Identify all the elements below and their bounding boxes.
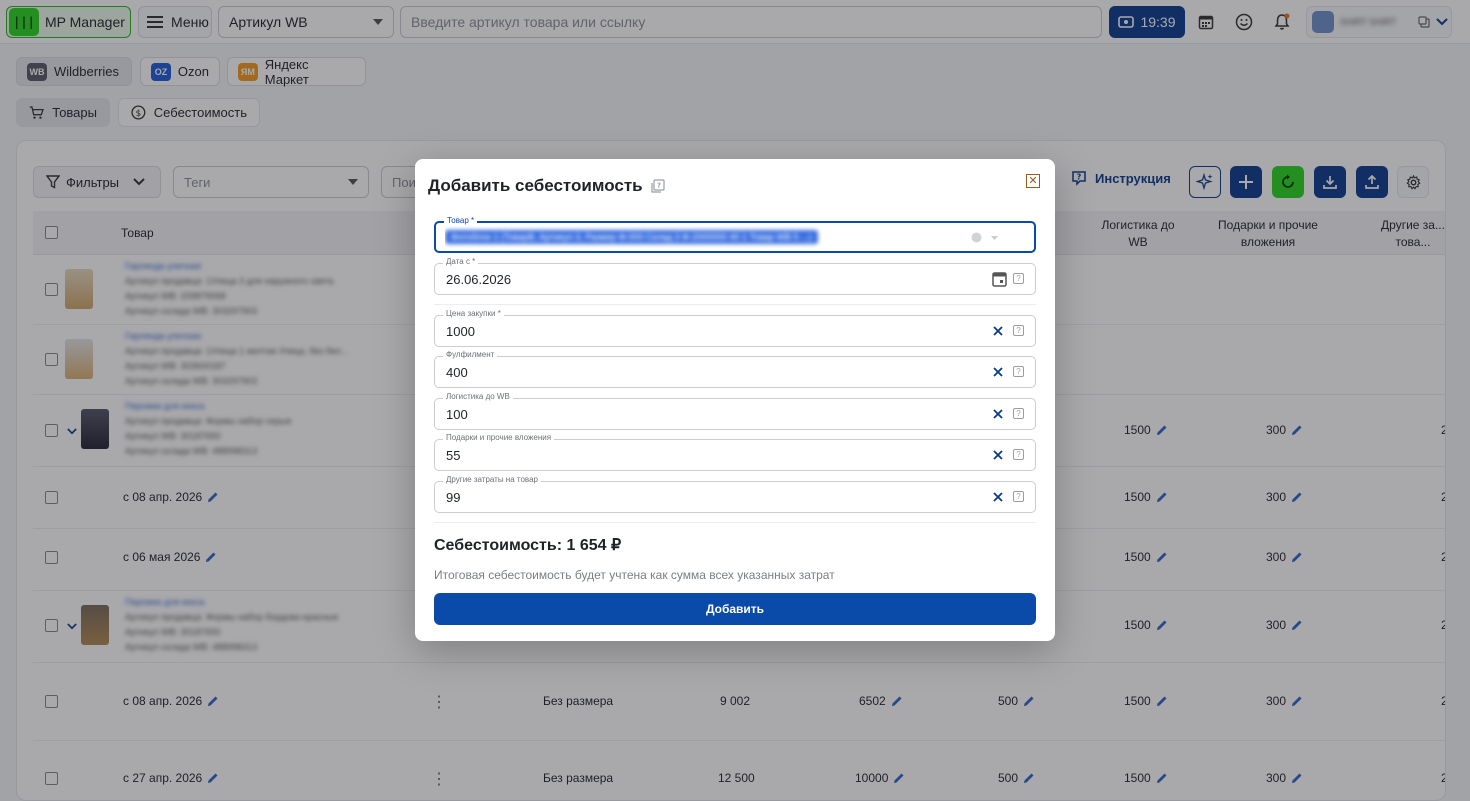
svg-text:?: ? (657, 182, 661, 190)
help-icon[interactable]: ? (1013, 273, 1024, 284)
purchase-price-field[interactable]: Цена закупки * 1000 ? (434, 309, 1036, 347)
other-costs-field[interactable]: Другие затраты на товар 99 ? (434, 475, 1036, 513)
help-icon[interactable]: ? (1013, 366, 1024, 377)
product-chip[interactable]: Фотоблок 1 (ТоварВ, Артикул 3, Размер Ф-… (445, 230, 818, 244)
gifts-field[interactable]: Подарки и прочие вложения 55 ? (434, 433, 1036, 471)
modal-title: Добавить себестоимость ? (428, 176, 665, 196)
help-icon[interactable]: ? (1013, 449, 1024, 460)
calendar-icon[interactable] (992, 271, 1007, 287)
help-icon[interactable]: ? (1013, 325, 1024, 336)
product-select[interactable]: Товар * Фотоблок 1 (ТоварВ, Артикул 3, Р… (434, 216, 1036, 253)
modal-title-text: Добавить себестоимость (428, 176, 643, 195)
clear-icon[interactable] (991, 490, 1005, 504)
field-value: 1000 (446, 323, 475, 339)
field-value: 55 (446, 447, 461, 463)
total-cost: Себестоимость: 1 654 ₽ (434, 537, 622, 554)
fulfillment-field[interactable]: Фулфилмент 400 ? (434, 350, 1036, 388)
clear-circle-icon[interactable] (971, 232, 982, 243)
total-note: Итоговая себестоимость будет учтена как … (434, 568, 835, 582)
submit-add-button[interactable]: Добавить (434, 593, 1036, 625)
clear-icon[interactable] (991, 407, 1005, 421)
dropdown-icon[interactable] (989, 232, 1000, 243)
clear-icon[interactable] (991, 324, 1005, 338)
add-cost-modal: Добавить себестоимость ? ✕ Товар * Фотоб… (415, 159, 1055, 641)
clear-icon[interactable] (991, 448, 1005, 462)
field-value: 400 (446, 364, 468, 380)
divider (434, 304, 1036, 305)
help-icon[interactable]: ? (1013, 408, 1024, 419)
date-field[interactable]: Дата с * 26.06.2026 ? (434, 257, 1036, 295)
product-value-wrap: Фотоблок 1 (ТоварВ, Артикул 3, Размер Ф-… (445, 223, 865, 251)
clear-icon[interactable] (991, 365, 1005, 379)
help-icon[interactable]: ? (1013, 491, 1024, 502)
close-icon[interactable]: ✕ (1026, 174, 1040, 188)
field-value: 99 (446, 489, 461, 505)
field-value: 100 (446, 406, 468, 422)
divider (434, 522, 1036, 523)
logistics-field[interactable]: Логистика до WB 100 ? (434, 392, 1036, 430)
info-doc-icon[interactable]: ? (651, 179, 665, 193)
date-value: 26.06.2026 (446, 271, 512, 287)
